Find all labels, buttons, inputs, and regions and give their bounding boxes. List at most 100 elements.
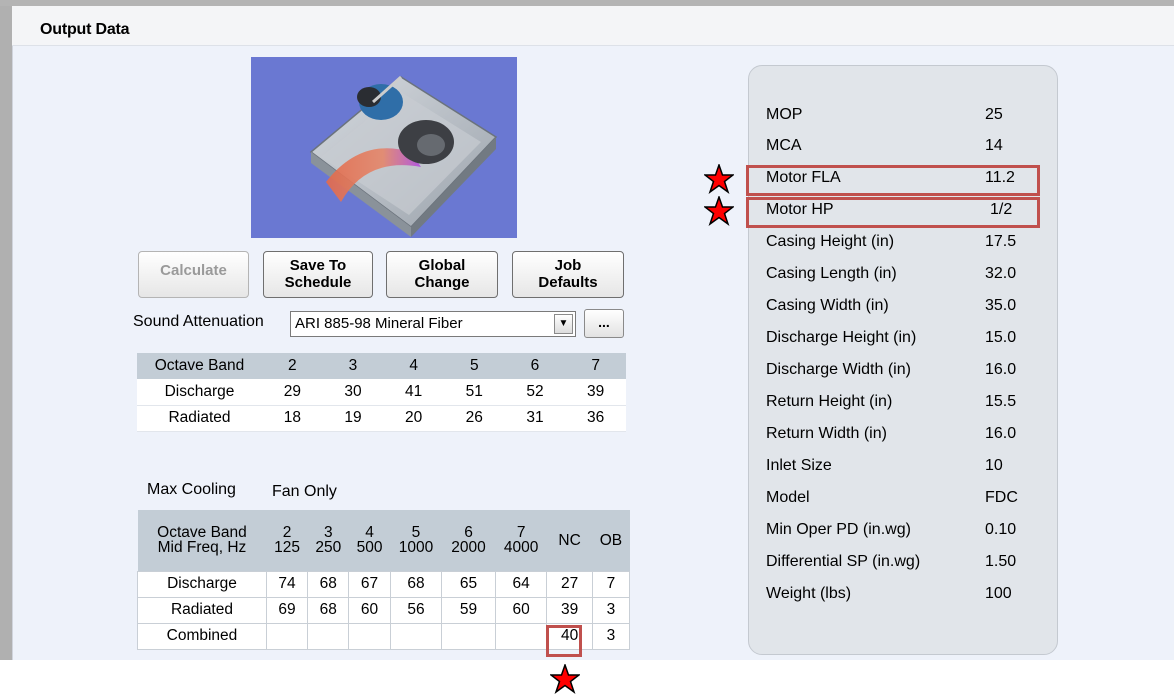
cell: 60	[348, 596, 391, 624]
max-cooling-value: Fan Only	[272, 483, 337, 500]
cell: 19	[322, 405, 384, 432]
property-value: 25	[985, 106, 1003, 123]
property-label: Model	[766, 489, 810, 506]
property-label: Inlet Size	[766, 457, 832, 474]
star-icon	[704, 196, 734, 226]
table-row: Discharge 29 30 41 51 52 39	[137, 379, 626, 406]
cell: 56	[389, 596, 443, 624]
property-value: FDC	[985, 489, 1018, 506]
unit-image	[251, 57, 517, 238]
band-header: 3 250	[307, 510, 349, 571]
property-value: 15.0	[985, 329, 1017, 346]
cell: 64	[494, 570, 548, 598]
band-header: 7 4000	[495, 510, 547, 571]
band-header: 5	[443, 353, 505, 379]
property-label: Weight (lbs)	[766, 585, 852, 602]
cell: 52	[504, 379, 566, 406]
band-header: 4 500	[348, 510, 391, 571]
row-label: Radiated	[137, 596, 267, 624]
ob-cell: 3	[591, 622, 631, 650]
max-cooling-label: Max Cooling	[147, 481, 236, 498]
row-label: Combined	[137, 622, 267, 650]
band-header: 3	[322, 353, 384, 379]
cell: 65	[441, 570, 496, 598]
property-value: 1.50	[985, 553, 1017, 570]
property-label: Casing Width (in)	[766, 297, 889, 314]
property-label: Return Width (in)	[766, 425, 887, 442]
ob-cell: 3	[591, 596, 631, 624]
property-label: Discharge Width (in)	[766, 361, 911, 378]
cell: 41	[383, 379, 444, 406]
property-label: Discharge Height (in)	[766, 329, 917, 346]
cell: 59	[441, 596, 496, 624]
property-value: 35.0	[985, 297, 1017, 314]
row-label: Radiated	[137, 405, 262, 432]
save-to-schedule-button[interactable]: Save To Schedule	[263, 251, 373, 298]
property-label: Min Oper PD (in.wg)	[766, 521, 911, 538]
global-change-button[interactable]: Global Change	[386, 251, 498, 298]
cell	[265, 622, 309, 650]
cell	[441, 622, 496, 650]
combined-nc-highlight	[546, 625, 582, 657]
motor-fla-highlight	[746, 165, 1040, 196]
nc-header: NC	[546, 510, 593, 571]
calculate-button[interactable]: Calculate	[138, 251, 249, 298]
row-label: Discharge	[137, 570, 267, 598]
property-value: 16.0	[985, 361, 1017, 378]
cell: 31	[504, 405, 566, 432]
property-label: Differential SP (in.wg)	[766, 553, 921, 570]
property-label: Casing Height (in)	[766, 233, 895, 250]
property-value: 32.0	[985, 265, 1017, 282]
panel-title: Output Data	[40, 21, 130, 38]
cell: 74	[265, 570, 309, 598]
property-label: MOP	[766, 106, 803, 123]
property-value: 0.10	[985, 521, 1017, 538]
property-value: 16.0	[985, 425, 1017, 442]
cell	[389, 622, 443, 650]
cell: 51	[443, 379, 505, 406]
cell	[494, 622, 548, 650]
property-label: MCA	[766, 137, 802, 154]
band-header: 5 1000	[390, 510, 442, 571]
property-label: Return Height (in)	[766, 393, 893, 410]
cell: 36	[565, 405, 626, 432]
property-value: 10	[985, 457, 1003, 474]
sound-attenuation-select[interactable]: ARI 885-98 Mineral Fiber ▼	[290, 311, 576, 337]
cell: 60	[494, 596, 548, 624]
ob-header: OB	[592, 510, 630, 571]
star-icon	[550, 664, 580, 694]
band-header: 2 125	[266, 510, 308, 571]
fan-box-illustration	[309, 75, 498, 237]
band-header: 6 2000	[441, 510, 496, 571]
left-border	[0, 0, 12, 660]
table-row: Discharge 74 68 67 68 65 64 27 7	[137, 570, 631, 598]
motor-hp-highlight	[746, 197, 1040, 228]
cell: 39	[565, 379, 626, 406]
band-header: 4	[383, 353, 444, 379]
table-row: Radiated 69 68 60 56 59 60 39 3	[137, 596, 631, 624]
job-defaults-button[interactable]: Job Defaults	[512, 251, 624, 298]
cell: 30	[322, 379, 384, 406]
octave-band-header: Octave Band	[137, 353, 262, 379]
band-header: 7	[565, 353, 626, 379]
cell	[307, 622, 350, 650]
nc-header-label: Octave Band Mid Freq, Hz	[137, 510, 267, 571]
row-label: Discharge	[137, 379, 262, 406]
property-value: 15.5	[985, 393, 1017, 410]
cell: 68	[307, 596, 350, 624]
cell: 29	[262, 379, 323, 406]
table-row: Radiated 18 19 20 26 31 36	[137, 405, 626, 432]
cell: 68	[389, 570, 443, 598]
cell: 68	[307, 570, 350, 598]
property-value: 100	[985, 585, 1012, 602]
sound-attenuation-label: Sound Attenuation	[133, 313, 264, 330]
star-icon	[704, 164, 734, 194]
sound-attenuation-more-button[interactable]: ...	[584, 309, 624, 338]
cell: 20	[383, 405, 444, 432]
title-bar	[12, 6, 1174, 46]
property-value: 17.5	[985, 233, 1017, 250]
cell	[348, 622, 391, 650]
nc-cell: 39	[546, 596, 593, 624]
cell: 18	[262, 405, 323, 432]
dropdown-arrow-icon[interactable]: ▼	[554, 314, 573, 334]
